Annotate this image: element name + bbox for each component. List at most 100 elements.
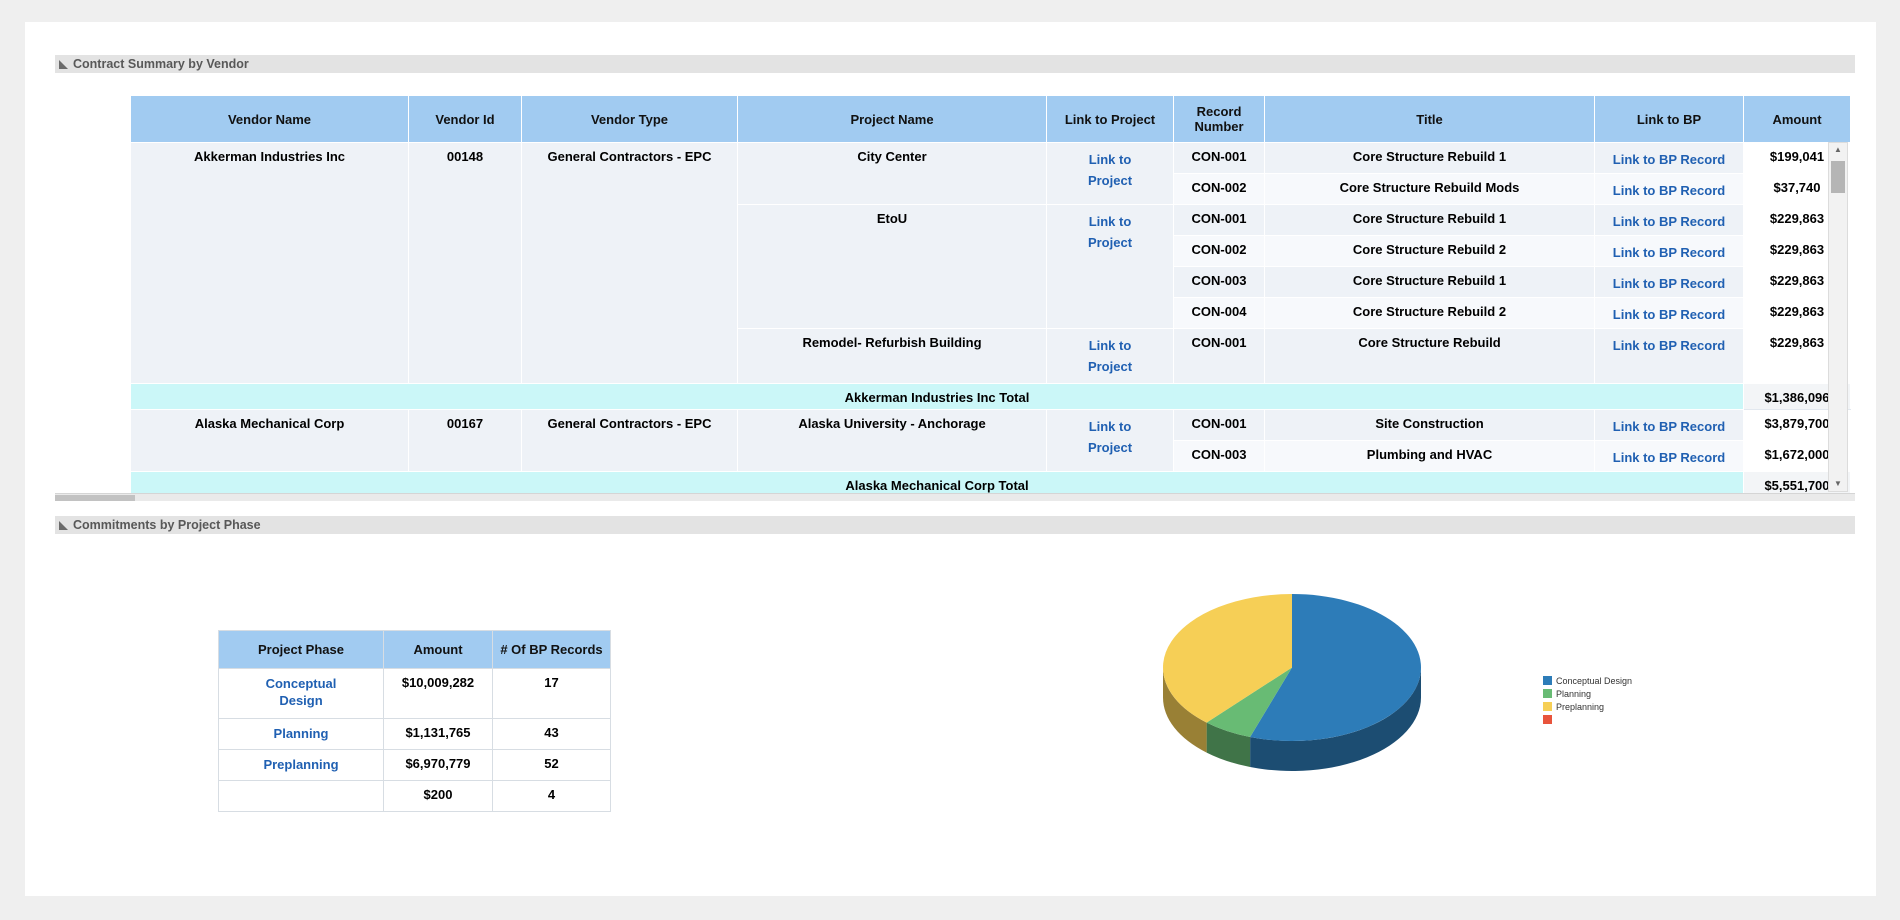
phase-row: Preplanning $6,970,779 52: [219, 750, 611, 781]
link-to-bp-record[interactable]: Link to BP Record: [1613, 183, 1725, 198]
phase-row: $200 4: [219, 781, 611, 812]
phase-amount-cell: $6,970,779: [384, 750, 493, 781]
phase-link[interactable]: Preplanning: [256, 756, 346, 773]
project-name-cell: City Center: [738, 143, 1047, 205]
title-cell: Plumbing and HVAC: [1265, 441, 1595, 472]
dashboard-panel: Contract Summary by Vendor Vendor NameVe…: [25, 22, 1876, 896]
title-cell: Core Structure Rebuild 2: [1265, 298, 1595, 329]
title-cell: Core Structure Rebuild: [1265, 329, 1595, 384]
project-name-cell: EtoU: [738, 205, 1047, 329]
contract-table-header-row: Vendor NameVendor IdVendor TypeProject N…: [131, 96, 1851, 143]
vendor-total-row: Akkerman Industries Inc Total$1,386,096: [131, 384, 1851, 410]
phase-amount-cell: $1,131,765: [384, 719, 493, 750]
link-to-bp-cell: Link to BP Record: [1595, 143, 1744, 174]
section-title: Contract Summary by Vendor: [73, 57, 249, 71]
link-to-project-cell: Link to Project: [1047, 143, 1174, 205]
contract-table-container: Vendor NameVendor IdVendor TypeProject N…: [130, 95, 1851, 498]
legend-item: [1543, 713, 1632, 726]
phase-link[interactable]: Conceptual Design: [256, 675, 346, 709]
link-to-bp-record[interactable]: Link to BP Record: [1613, 276, 1725, 291]
legend-item: Planning: [1543, 687, 1632, 700]
phase-records-cell: 52: [493, 750, 611, 781]
vendor-name-cell: Akkerman Industries Inc: [131, 143, 409, 384]
column-header: Vendor Id: [409, 96, 522, 143]
column-header: Vendor Name: [131, 96, 409, 143]
link-to-bp-record[interactable]: Link to BP Record: [1613, 450, 1725, 465]
phase-row: Planning $1,131,765 43: [219, 719, 611, 750]
section-header-contract-summary[interactable]: Contract Summary by Vendor: [55, 55, 1855, 73]
scroll-down-icon[interactable]: ▼: [1829, 477, 1847, 491]
link-to-project[interactable]: Link to Project: [1082, 211, 1138, 253]
title-cell: Core Structure Rebuild 1: [1265, 267, 1595, 298]
legend-color-chip: [1543, 676, 1552, 685]
column-header: Project Name: [738, 96, 1047, 143]
phase-table-container: Project Phase Amount # Of BP Records Con…: [218, 630, 611, 812]
collapse-icon: [59, 521, 68, 530]
column-header: Project Phase: [219, 631, 384, 669]
link-to-bp-record[interactable]: Link to BP Record: [1613, 245, 1725, 260]
legend-item: Preplanning: [1543, 700, 1632, 713]
contract-table: Vendor NameVendor IdVendor TypeProject N…: [130, 95, 1851, 498]
table-vertical-scrollbar[interactable]: ▲ ▼: [1828, 142, 1848, 492]
record-number-cell: CON-001: [1174, 143, 1265, 174]
phase-records-cell: 43: [493, 719, 611, 750]
title-cell: Site Construction: [1265, 410, 1595, 441]
phase-link[interactable]: Planning: [256, 725, 346, 742]
project-name-cell: Remodel- Refurbish Building: [738, 329, 1047, 384]
link-to-project[interactable]: Link to Project: [1082, 335, 1138, 377]
vendor-total-label: Akkerman Industries Inc Total: [131, 384, 1744, 410]
vendor-id-cell: 00167: [409, 410, 522, 472]
link-to-bp-record[interactable]: Link to BP Record: [1613, 152, 1725, 167]
vertical-scroll-thumb[interactable]: [1831, 161, 1845, 193]
column-header: Title: [1265, 96, 1595, 143]
link-to-bp-cell: Link to BP Record: [1595, 267, 1744, 298]
phase-cell: Preplanning: [219, 750, 384, 781]
legend-color-chip: [1543, 702, 1552, 711]
column-header: Vendor Type: [522, 96, 738, 143]
section-title: Commitments by Project Phase: [73, 518, 261, 532]
phase-records-cell: 17: [493, 669, 611, 719]
column-header: # Of BP Records: [493, 631, 611, 669]
pie-legend: Conceptual Design PlanningPreplanning: [1543, 674, 1632, 726]
phase-amount-cell: $10,009,282: [384, 669, 493, 719]
link-to-bp-cell: Link to BP Record: [1595, 410, 1744, 441]
link-to-bp-record[interactable]: Link to BP Record: [1613, 214, 1725, 229]
title-cell: Core Structure Rebuild 2: [1265, 236, 1595, 267]
legend-label: Planning: [1556, 689, 1591, 699]
link-to-project-cell: Link to Project: [1047, 329, 1174, 384]
link-to-bp-record[interactable]: Link to BP Record: [1613, 338, 1725, 353]
record-number-cell: CON-003: [1174, 267, 1265, 298]
record-number-cell: CON-003: [1174, 441, 1265, 472]
link-to-project-cell: Link to Project: [1047, 205, 1174, 329]
section-header-commitments[interactable]: Commitments by Project Phase: [55, 516, 1855, 534]
legend-label: Conceptual Design: [1556, 676, 1632, 686]
scroll-up-icon[interactable]: ▲: [1829, 143, 1847, 157]
table-horizontal-scrollbar[interactable]: [55, 493, 1855, 501]
phase-table: Project Phase Amount # Of BP Records Con…: [218, 630, 611, 812]
horizontal-scroll-thumb[interactable]: [55, 495, 135, 501]
link-to-bp-cell: Link to BP Record: [1595, 236, 1744, 267]
phase-cell: [219, 781, 384, 812]
link-to-bp-cell: Link to BP Record: [1595, 441, 1744, 472]
link-to-project[interactable]: Link to Project: [1082, 149, 1138, 191]
vendor-type-cell: General Contractors - EPC: [522, 143, 738, 384]
link-to-bp-record[interactable]: Link to BP Record: [1613, 419, 1725, 434]
column-header: Record Number: [1174, 96, 1265, 143]
contract-row: Alaska Mechanical Corp00167General Contr…: [131, 410, 1851, 441]
vendor-name-cell: Alaska Mechanical Corp: [131, 410, 409, 472]
contract-table-head: Vendor NameVendor IdVendor TypeProject N…: [131, 96, 1851, 143]
column-header: Amount: [1744, 96, 1851, 143]
project-name-cell: Alaska University - Anchorage: [738, 410, 1047, 472]
link-to-bp-cell: Link to BP Record: [1595, 298, 1744, 329]
link-to-project-cell: Link to Project: [1047, 410, 1174, 472]
link-to-bp-record[interactable]: Link to BP Record: [1613, 307, 1725, 322]
column-header: Amount: [384, 631, 493, 669]
vendor-type-cell: General Contractors - EPC: [522, 410, 738, 472]
column-header: Link to Project: [1047, 96, 1174, 143]
link-to-project[interactable]: Link to Project: [1082, 416, 1138, 458]
phase-pie-chart: [1130, 580, 1470, 790]
phase-row: Conceptual Design $10,009,282 17: [219, 669, 611, 719]
record-number-cell: CON-002: [1174, 174, 1265, 205]
link-to-bp-cell: Link to BP Record: [1595, 174, 1744, 205]
legend-item: Conceptual Design: [1543, 674, 1632, 687]
